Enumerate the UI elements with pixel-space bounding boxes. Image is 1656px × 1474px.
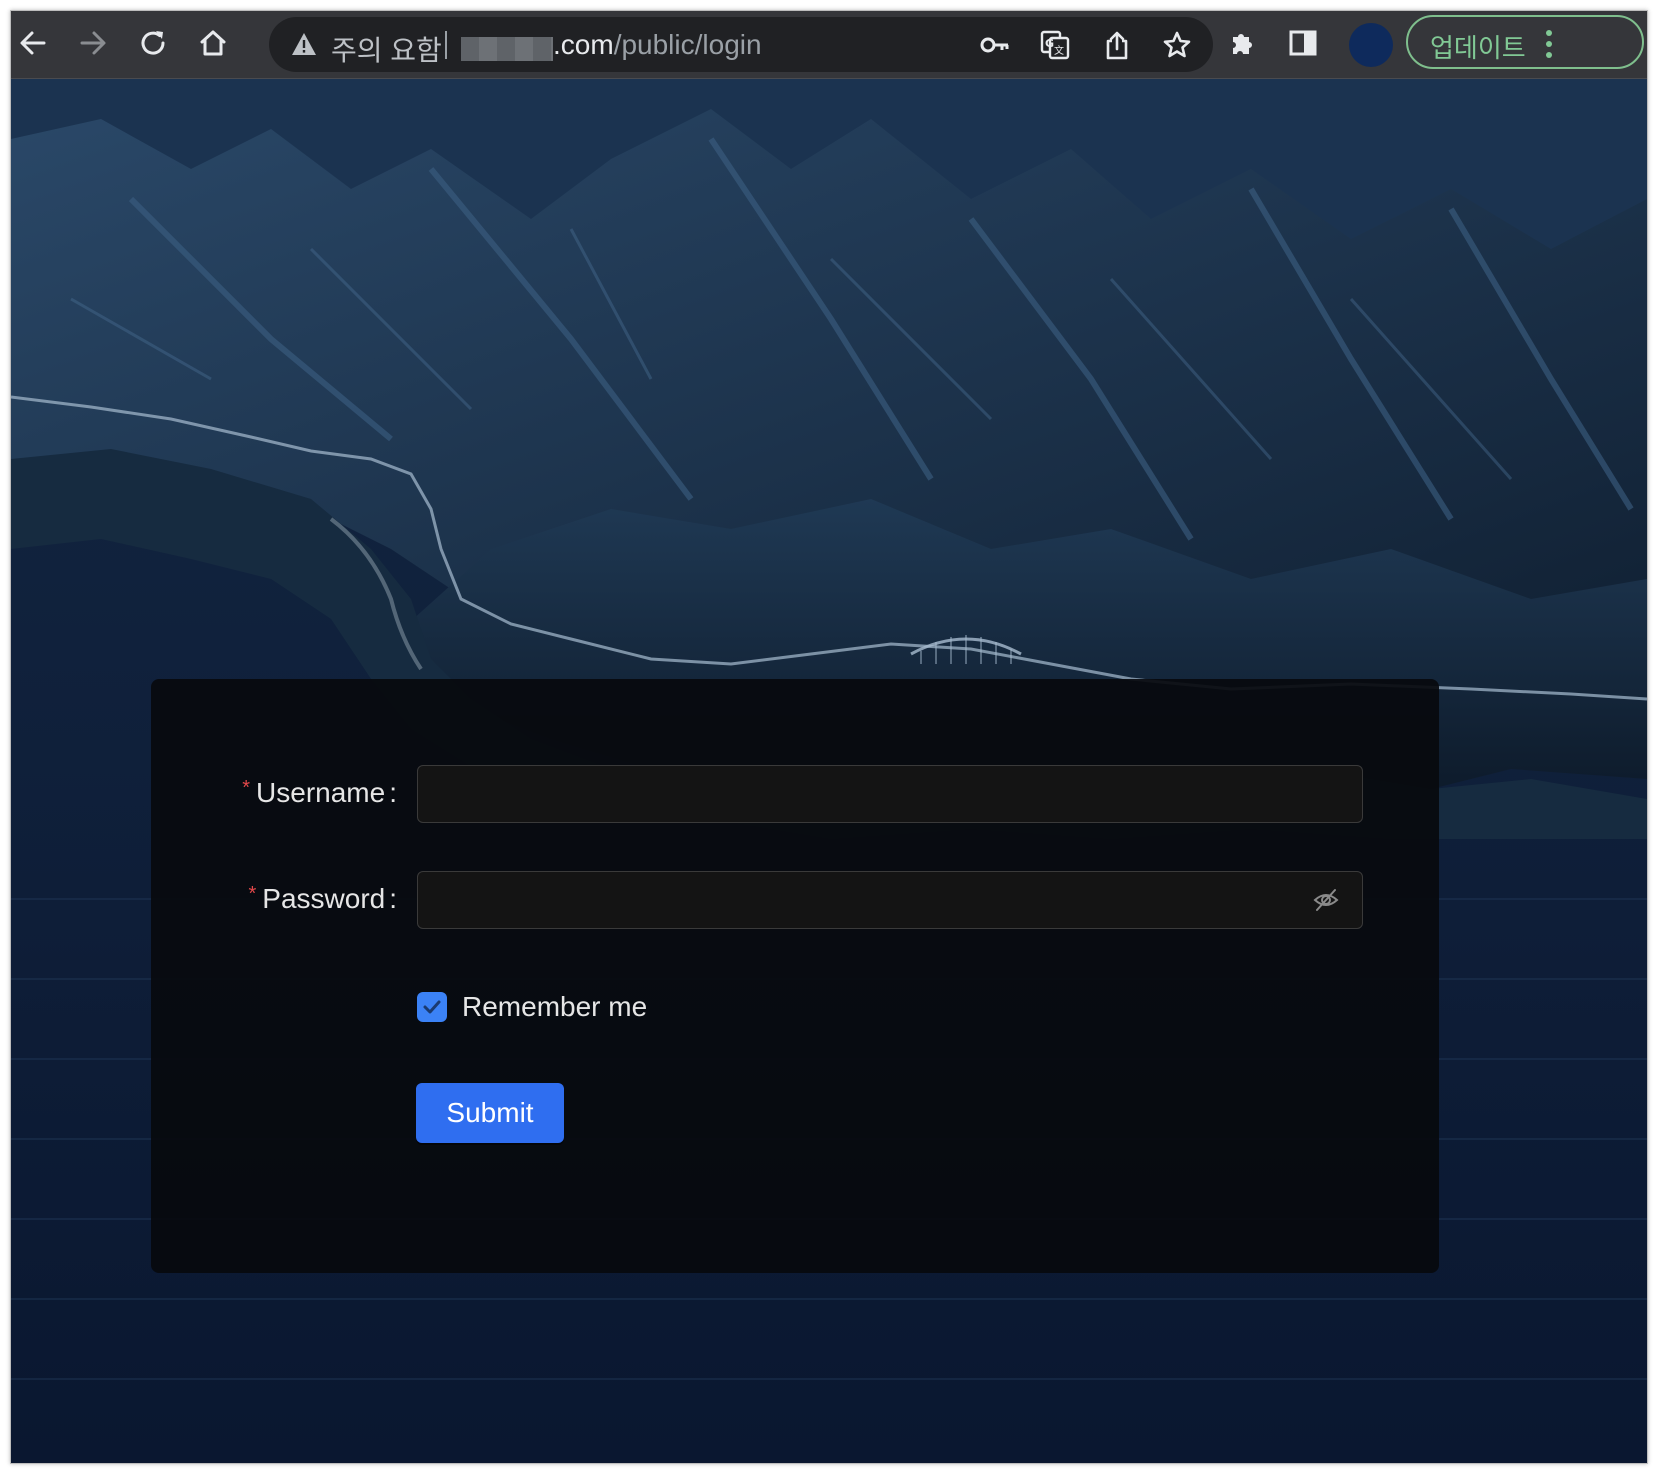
svg-text:文: 文 [1054, 44, 1064, 57]
translate-button[interactable]: G 文 [1039, 29, 1071, 61]
address-bar[interactable]: 주의 요함 .com/public/login G 文 [269, 17, 1213, 72]
username-label: * Username: [242, 777, 397, 809]
share-button[interactable] [1101, 29, 1133, 61]
bookmark-button[interactable] [1161, 29, 1193, 61]
forward-button[interactable] [71, 21, 115, 65]
translate-icon: G 文 [1040, 30, 1070, 60]
remember-me-checkbox[interactable] [417, 992, 447, 1022]
eye-hidden-icon[interactable] [1312, 886, 1340, 914]
url-text[interactable]: .com/public/login [553, 29, 762, 61]
password-label: * Password: [248, 883, 397, 915]
browser-window: 주의 요함 .com/public/login G 文 업데이트 * Usern… [10, 10, 1648, 1464]
redacted-domain [461, 37, 553, 61]
password-key-button[interactable] [979, 29, 1011, 61]
url-domain: .com [553, 29, 614, 60]
menu-dots-icon[interactable] [1546, 29, 1552, 59]
submit-button[interactable]: Submit [416, 1083, 564, 1143]
key-icon [980, 37, 1009, 53]
password-label-text: Password [262, 883, 386, 914]
security-status-label[interactable]: 주의 요함 [331, 29, 442, 69]
warning-icon[interactable] [291, 30, 317, 58]
home-icon [200, 30, 226, 56]
login-card: * Username: * Password: Remember me Subm… [151, 679, 1439, 1273]
remember-me-label[interactable]: Remember me [462, 991, 647, 1023]
check-icon [423, 1000, 441, 1014]
label-colon: : [389, 883, 397, 914]
page-content: * Username: * Password: Remember me Subm… [11, 79, 1647, 1463]
required-marker: * [242, 777, 251, 799]
update-button[interactable]: 업데이트 [1406, 15, 1644, 69]
url-path: /public/login [613, 29, 762, 60]
address-divider [445, 31, 447, 59]
forward-icon [80, 31, 106, 55]
profile-avatar[interactable] [1349, 23, 1393, 67]
reload-button[interactable] [131, 21, 175, 65]
username-input[interactable] [417, 765, 1363, 823]
update-label: 업데이트 [1430, 33, 1526, 63]
share-icon [1106, 31, 1128, 60]
svg-text:G: G [1045, 37, 1054, 50]
extensions-button[interactable] [1221, 21, 1265, 65]
bookmark-star-icon [1163, 31, 1191, 58]
extensions-icon [1233, 34, 1252, 54]
side-panel-button[interactable] [1281, 21, 1325, 65]
back-icon [20, 31, 46, 55]
back-button[interactable] [11, 21, 55, 65]
browser-toolbar: 주의 요함 .com/public/login G 文 업데이트 [11, 11, 1647, 79]
side-panel-icon [1289, 30, 1317, 56]
password-input[interactable] [417, 871, 1363, 929]
home-button[interactable] [191, 21, 235, 65]
reload-icon [141, 31, 165, 55]
label-colon: : [389, 777, 397, 808]
username-label-text: Username [256, 777, 386, 808]
required-marker: * [248, 883, 257, 905]
